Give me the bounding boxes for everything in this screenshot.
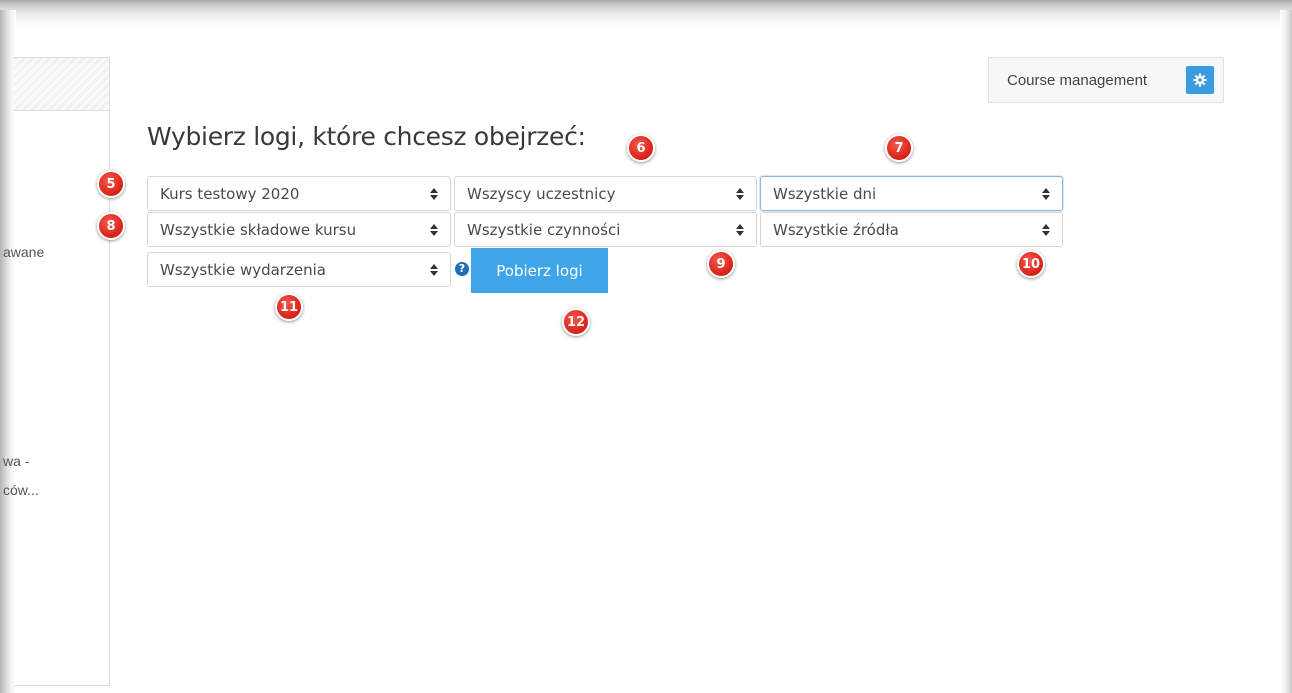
sort-caret-icon <box>430 188 438 200</box>
events-select-value: Wszystkie wydarzenia <box>160 260 326 279</box>
left-panel-text-fragment[interactable]: wa - <box>3 453 29 469</box>
left-block-header <box>14 58 109 111</box>
sort-caret-icon <box>1042 224 1050 236</box>
events-select[interactable]: Wszystkie wydarzenia <box>147 252 451 287</box>
sort-caret-icon <box>430 264 438 276</box>
days-select[interactable]: Wszystkie dni <box>760 176 1063 211</box>
screenshot-shadow-top <box>0 0 1292 26</box>
annotation-badge-7: 7 <box>885 134 913 162</box>
sort-caret-icon <box>736 188 744 200</box>
sort-caret-icon <box>430 224 438 236</box>
annotation-badge-9: 9 <box>707 250 735 278</box>
activities-select[interactable]: Wszystkie składowe kursu <box>147 212 451 247</box>
sort-caret-icon <box>1042 188 1050 200</box>
annotation-badge-5: 5 <box>97 170 125 198</box>
gear-icon[interactable] <box>1186 66 1214 94</box>
annotation-badge-11: 11 <box>275 293 303 321</box>
left-panel-text-fragment[interactable]: awane <box>3 244 44 260</box>
course-select-value: Kurs testowy 2020 <box>160 184 300 203</box>
course-management-button[interactable]: Course management <box>988 57 1224 103</box>
left-block-panel <box>14 57 110 686</box>
sources-select[interactable]: Wszystkie źródła <box>760 212 1063 247</box>
annotation-badge-12: 12 <box>562 308 590 336</box>
course-management-label: Course management <box>1007 71 1148 89</box>
sort-caret-icon <box>736 224 744 236</box>
sources-select-value: Wszystkie źródła <box>773 220 899 239</box>
days-select-value: Wszystkie dni <box>773 184 877 203</box>
screenshot-shadow-right <box>1280 10 1292 693</box>
participants-select-value: Wszyscy uczestnicy <box>467 184 616 203</box>
actions-select-value: Wszystkie czynności <box>467 220 621 239</box>
participants-select[interactable]: Wszyscy uczestnicy <box>454 176 757 211</box>
page-title: Wybierz logi, które chcesz obejrzeć: <box>147 122 586 151</box>
left-panel-text-fragment[interactable]: ców... <box>3 482 39 498</box>
activities-select-value: Wszystkie składowe kursu <box>160 220 357 239</box>
help-icon[interactable]: ? <box>455 262 469 276</box>
annotation-badge-10: 10 <box>1017 250 1045 278</box>
annotation-badge-8: 8 <box>97 212 125 240</box>
actions-select[interactable]: Wszystkie czynności <box>454 212 757 247</box>
course-select[interactable]: Kurs testowy 2020 <box>147 176 451 211</box>
get-logs-button[interactable]: Pobierz logi <box>471 248 608 293</box>
annotation-badge-6: 6 <box>627 134 655 162</box>
